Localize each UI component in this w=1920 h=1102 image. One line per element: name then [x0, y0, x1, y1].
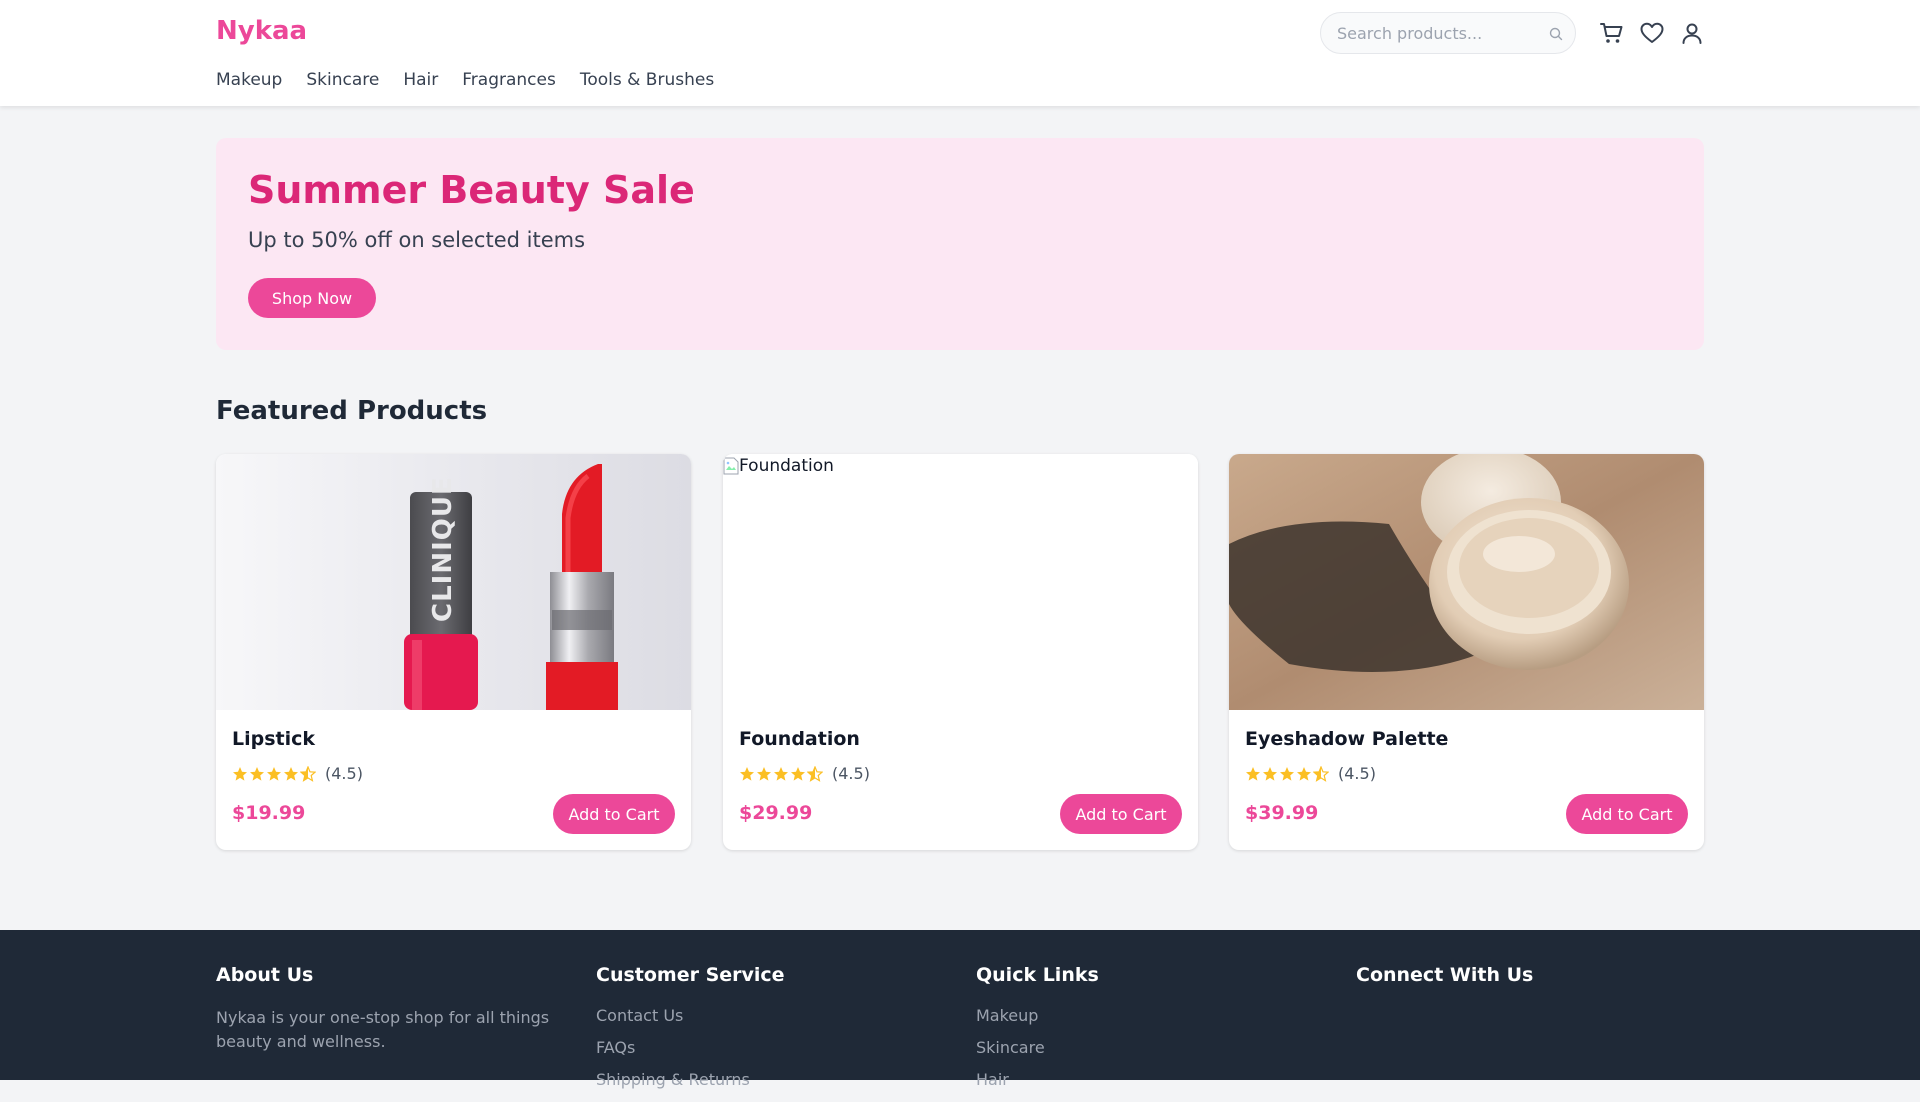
star-icon — [250, 766, 264, 781]
star-rating — [232, 765, 317, 782]
star-icon — [740, 766, 754, 781]
featured-products-title: Featured Products — [216, 396, 488, 426]
product-price: $19.99 — [232, 802, 306, 824]
add-to-cart-button[interactable]: Add to Cart — [1566, 794, 1688, 834]
user-icon[interactable] — [1678, 19, 1706, 47]
cart-icon[interactable] — [1598, 19, 1626, 47]
star-icon — [1246, 766, 1260, 781]
footer-connect: Connect With Us — [1356, 964, 1696, 1006]
footer-link-contact-us[interactable]: Contact Us — [596, 1006, 936, 1030]
category-nav: Makeup Skincare Hair Fragrances Tools & … — [216, 70, 738, 90]
nav-item-makeup[interactable]: Makeup — [216, 70, 282, 90]
product-price: $39.99 — [1245, 802, 1319, 824]
product-name[interactable]: Eyeshadow Palette — [1245, 728, 1448, 750]
banner-subtitle: Up to 50% off on selected items — [248, 228, 586, 252]
footer-link-makeup[interactable]: Makeup — [976, 1006, 1316, 1030]
product-image-lipstick[interactable]: CLINIQUE — [216, 454, 691, 710]
footer-connect-title: Connect With Us — [1356, 964, 1534, 986]
site-header: Nykaa Makeup Skincare Hair Fragrances To… — [0, 0, 1920, 106]
footer-quick-links: Quick Links Makeup Skincare Hair — [976, 964, 1316, 1102]
star-half-icon — [807, 765, 823, 782]
product-image-eyeshadow-palette[interactable] — [1229, 454, 1704, 710]
footer-customer-service-title: Customer Service — [596, 964, 785, 986]
product-name[interactable]: Foundation — [739, 728, 860, 750]
add-to-cart-button[interactable]: Add to Cart — [1060, 794, 1182, 834]
product-card-eyeshadow-palette[interactable]: Eyeshadow Palette (4.5) $39.99 Add to Ca… — [1229, 454, 1704, 850]
banner-title: Summer Beauty Sale — [248, 168, 695, 212]
rating-value: (4.5) — [325, 764, 363, 783]
footer-link-skincare[interactable]: Skincare — [976, 1038, 1316, 1062]
star-half-icon — [300, 765, 316, 782]
rating-value: (4.5) — [1338, 764, 1376, 783]
star-icon — [791, 766, 805, 781]
nav-item-fragrances[interactable]: Fragrances — [462, 70, 556, 90]
add-to-cart-button[interactable]: Add to Cart — [553, 794, 675, 834]
nav-item-hair[interactable]: Hair — [403, 70, 438, 90]
star-icon — [284, 766, 298, 781]
footer-link-faqs[interactable]: FAQs — [596, 1038, 936, 1062]
image-alt-text: Foundation — [739, 456, 834, 476]
product-card-foundation[interactable]: Foundation Foundation (4.5) $29.99 Add t… — [723, 454, 1198, 850]
nav-item-tools-brushes[interactable]: Tools & Brushes — [580, 70, 714, 90]
footer-link-shipping-returns[interactable]: Shipping & Returns — [596, 1070, 936, 1094]
star-rating — [739, 765, 824, 782]
product-name[interactable]: Lipstick — [232, 728, 315, 750]
star-icon — [757, 766, 771, 781]
search-icon[interactable] — [1548, 26, 1564, 42]
product-image-foundation[interactable]: Foundation — [723, 454, 1198, 710]
logo[interactable]: Nykaa — [216, 16, 307, 46]
shop-now-button[interactable]: Shop Now — [248, 278, 376, 318]
product-card-lipstick[interactable]: CLINIQUE Lipstick (4.5) $19.99 Add to Ca… — [216, 454, 691, 850]
footer-link-hair[interactable]: Hair — [976, 1070, 1316, 1094]
product-rating: (4.5) — [739, 764, 870, 783]
star-icon — [1280, 766, 1294, 781]
star-icon — [1263, 766, 1277, 781]
star-icon — [1297, 766, 1311, 781]
footer-quick-links-title: Quick Links — [976, 964, 1099, 986]
star-icon — [774, 766, 788, 781]
footer-about-title: About Us — [216, 964, 314, 986]
star-rating — [1245, 765, 1330, 782]
footer-about-text: Nykaa is your one-stop shop for all thin… — [216, 1008, 550, 1051]
rating-value: (4.5) — [832, 764, 870, 783]
star-half-icon — [1313, 765, 1329, 782]
star-icon — [267, 766, 281, 781]
clinique-label: CLINIQUE — [428, 476, 458, 622]
heart-icon[interactable] — [1638, 19, 1666, 47]
broken-image-icon — [723, 457, 739, 475]
product-rating: (4.5) — [232, 764, 363, 783]
promo-banner: Summer Beauty Sale Up to 50% off on sele… — [216, 138, 1704, 350]
product-price: $29.99 — [739, 802, 813, 824]
star-icon — [233, 766, 247, 781]
site-footer: About Us Nykaa is your one-stop shop for… — [0, 930, 1920, 1089]
footer-about: About Us Nykaa is your one-stop shop for… — [216, 964, 556, 1054]
search-input[interactable] — [1337, 22, 1537, 44]
footer-customer-service: Customer Service Contact Us FAQs Shippin… — [596, 964, 936, 1102]
nav-item-skincare[interactable]: Skincare — [306, 70, 379, 90]
broken-image: Foundation — [723, 456, 834, 476]
product-rating: (4.5) — [1245, 764, 1376, 783]
search-box — [1320, 12, 1576, 54]
